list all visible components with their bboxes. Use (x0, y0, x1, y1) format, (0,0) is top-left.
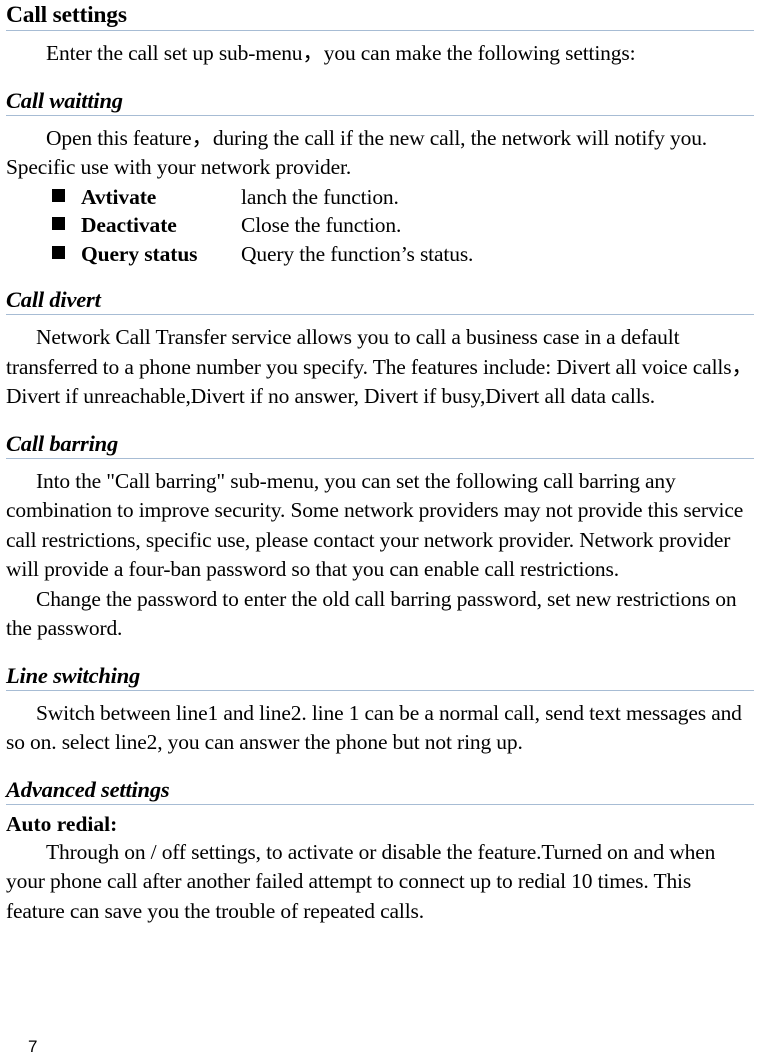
paragraph-call-barring-body-1: Into the "Call barring" sub-menu, you ca… (6, 468, 744, 582)
list-item: Deactivate Close the function. (6, 211, 754, 240)
heading-advanced-settings: Advanced settings (6, 776, 170, 802)
paragraph-call-divert-body: Network Call Transfer service allows you… (6, 325, 753, 408)
paragraph-call-waiting-body: Open this feature，during the call if the… (6, 125, 708, 180)
heading-call-waiting: Call waitting (6, 87, 123, 113)
document-page: Call settings Enter the call set up sub-… (0, 0, 762, 1063)
paragraph-call-barring-body-2: Change the password to enter the old cal… (6, 586, 737, 641)
paragraph-auto-redial-body: Through on / off settings, to activate o… (6, 839, 716, 923)
heading-call-barring: Call barring (6, 430, 119, 456)
list-item: Query status Query the function’s status… (6, 240, 754, 269)
option-description: lanch the function. (241, 184, 399, 209)
option-term: Deactivate (81, 213, 177, 237)
call-waiting-option-list: Avtivate lanch the function. Deactivate … (6, 183, 754, 269)
option-term: Query status (81, 241, 198, 266)
option-description: Close the function. (241, 213, 402, 237)
heading-call-divert: Call divert (6, 287, 101, 312)
option-description: Query the function’s status. (241, 241, 474, 266)
list-item: Avtivate lanch the function. (6, 183, 754, 212)
heading-auto-redial: Auto redial: (6, 811, 118, 836)
square-bullet-icon (52, 245, 65, 259)
square-bullet-icon (52, 217, 65, 230)
paragraph-line-switching-body: Switch between line1 and line2. line 1 c… (6, 700, 742, 755)
paragraph-call-settings-intro: Enter the call set up sub-menu，you can m… (46, 41, 636, 65)
heading-line-switching: Line switching (6, 662, 141, 688)
page-footer: 7 (0, 1037, 762, 1057)
option-term: Avtivate (81, 184, 157, 209)
square-bullet-icon (52, 188, 65, 202)
heading-call-settings: Call settings (6, 2, 127, 28)
page-number: 7 (28, 1037, 38, 1056)
